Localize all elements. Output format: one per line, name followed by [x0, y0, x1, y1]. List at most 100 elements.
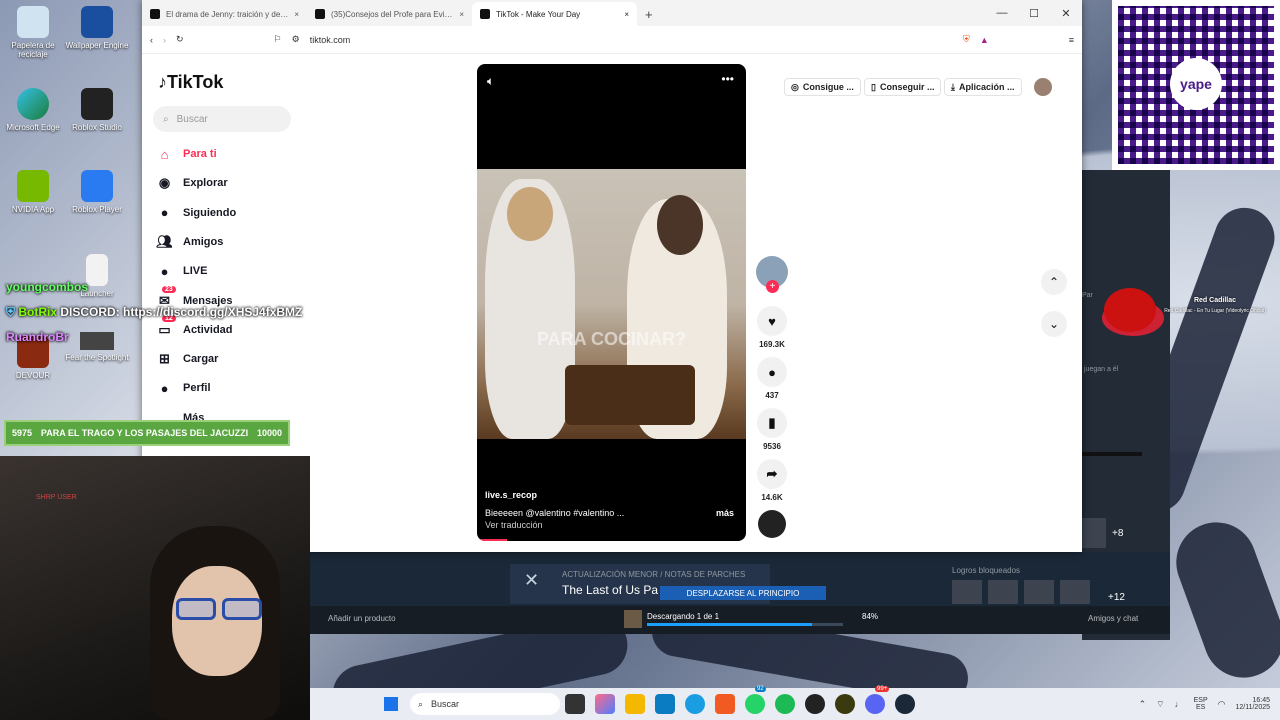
edge-icon[interactable] — [685, 694, 705, 714]
chat-message-botrix: ⛨ BotRix DISCORD: https://discord.gg/XHS… — [6, 305, 303, 319]
locked-achievements — [952, 580, 1090, 604]
forward-icon[interactable]: › — [163, 35, 166, 45]
video-overlay-text: PARA COCINAR? — [537, 329, 686, 349]
nav-profile[interactable]: ● Perfil — [156, 376, 306, 400]
yape-qr-code: yape — [1112, 0, 1280, 170]
nav-label: Para ti — [183, 148, 217, 160]
brave-icon[interactable] — [715, 694, 735, 714]
recycle-bin-icon — [17, 6, 49, 38]
steam-icon[interactable] — [895, 694, 915, 714]
steam-news-title[interactable]: The Last of Us Pa — [562, 583, 658, 597]
close-icon[interactable]: × — [624, 10, 629, 19]
next-video-button[interactable]: ⌄ — [1041, 311, 1067, 337]
taskbar-search[interactable]: ⌕ Buscar — [410, 693, 560, 715]
music-disc-icon[interactable] — [758, 510, 786, 538]
back-icon[interactable]: ‹ — [150, 35, 153, 45]
store-icon[interactable] — [655, 694, 675, 714]
clock[interactable]: 16:45 12/11/2025 — [1235, 697, 1270, 711]
get-coins-button[interactable]: ◎ Consigue ... — [784, 78, 861, 96]
volume-icon[interactable]: 🔈︎ — [487, 74, 494, 89]
more-options-icon[interactable]: ••• — [721, 72, 734, 86]
creator-avatar[interactable]: + — [756, 256, 788, 293]
roblox-studio-icon — [81, 88, 113, 120]
friends-chat-button[interactable]: Amigos y chat — [1088, 614, 1138, 623]
wifi-icon[interactable]: ◠ — [1218, 699, 1226, 710]
tab-3-active[interactable]: TikTok - Make Your Day × — [472, 2, 637, 26]
like-button[interactable]: ♥ 169.3K — [754, 306, 790, 349]
video-username[interactable]: live.s_recop — [485, 490, 537, 500]
music-cover — [1104, 288, 1156, 332]
whatsapp-icon[interactable]: 92 — [745, 686, 766, 714]
new-tab-button[interactable]: + — [637, 7, 661, 26]
tab-1[interactable]: El drama de Jenny: traición y decisio × — [142, 2, 307, 26]
fear-the-spotlight-icon — [80, 332, 114, 350]
nav-following[interactable]: ● Siguiendo — [156, 201, 306, 225]
desktop-icon-wallpaper-engine[interactable]: Wallpaper Engine — [64, 6, 130, 50]
desktop-icon-nvidia[interactable]: NVIDIA App — [0, 170, 66, 214]
share-button[interactable]: ➦ 14.6K — [754, 459, 790, 502]
desktop-icon-roblox-studio[interactable]: Roblox Studio — [64, 88, 130, 132]
close-window-button[interactable]: ✕ — [1050, 0, 1082, 26]
close-icon[interactable]: × — [294, 10, 299, 19]
music-subtitle: Red Cadillac - En Tu Lugar (Videolyric O… — [1164, 308, 1266, 314]
steam-window: ✕ ACTUALIZACIÓN MENOR / NOTAS DE PARCHES… — [310, 552, 1170, 634]
rewards-icon[interactable]: ▲ — [980, 35, 989, 45]
nav-explore[interactable]: ◉ Explorar — [156, 171, 306, 195]
nav-home[interactable]: ⌂ Para ti — [156, 142, 306, 166]
start-icon[interactable] — [384, 697, 398, 711]
previous-video-button[interactable]: ⌃ — [1041, 269, 1067, 295]
comment-icon: ● — [757, 357, 787, 387]
desktop-icon-roblox-player[interactable]: Roblox Player — [64, 170, 130, 214]
desktop-icon-recycle-bin[interactable]: Papelera de reciclaje — [0, 6, 66, 59]
mic-icon[interactable]: ♩ — [1175, 699, 1184, 709]
bookmark-icon[interactable]: ⚐ — [274, 34, 282, 45]
video-player[interactable]: 🔈︎ ••• PARA COCINAR? live.s_recop Bieeee… — [477, 64, 746, 541]
bookmark-icon: ▮ — [757, 408, 787, 438]
nav-activity[interactable]: ▭ 12 Actividad — [156, 315, 306, 342]
nav-upload[interactable]: ⊞ Cargar — [156, 347, 306, 371]
network-icon[interactable]: ⌔ — [1156, 699, 1164, 710]
discord-icon[interactable]: 99+ — [865, 686, 890, 714]
search-input[interactable]: ⌕ Buscar — [153, 106, 291, 132]
close-icon[interactable]: × — [459, 10, 464, 19]
maximize-button[interactable]: ☐ — [1018, 0, 1050, 26]
spotify-icon[interactable] — [775, 694, 795, 714]
game-thumb — [624, 610, 642, 628]
follow-plus-icon[interactable]: + — [766, 280, 779, 293]
desktop-icon-edge[interactable]: Microsoft Edge — [0, 88, 66, 132]
scroll-top-button[interactable]: DESPLAZARSE AL PRINCIPIO — [660, 586, 826, 600]
live-icon: ● — [160, 263, 169, 279]
tiktok-logo[interactable]: ♪TikTok — [158, 72, 223, 93]
obs-icon[interactable] — [805, 694, 825, 714]
download-app-button[interactable]: ⤓ Aplicación ... — [944, 78, 1022, 96]
translate-link[interactable]: Ver traducción — [485, 520, 543, 530]
nav-friends[interactable]: 👥︎ Amigos — [156, 230, 306, 254]
tab-2[interactable]: (35)Consejos del Profe para Evitar Tr × — [307, 2, 472, 26]
reload-icon[interactable]: ↻ — [176, 34, 184, 45]
video-progress[interactable] — [477, 539, 507, 541]
comment-button[interactable]: ● 437 — [754, 357, 790, 400]
address-bar: ‹ › ↻ ⚐ ⚙ tiktok.com ⛨ ▲ ≡ — [142, 26, 1082, 54]
desktop-icon-fear-the-spotlight[interactable]: Fear the Spotlight — [64, 332, 130, 362]
task-view-icon[interactable] — [565, 694, 585, 714]
save-button[interactable]: ▮ 9536 — [754, 408, 790, 451]
video-actions: ♥ 169.3K ● 437 ▮ 9536 ➦ 14.6K — [754, 306, 790, 538]
app-icon[interactable] — [835, 694, 855, 714]
copilot-icon[interactable] — [595, 694, 615, 714]
avatar[interactable] — [1034, 78, 1052, 96]
file-explorer-icon[interactable] — [625, 694, 645, 714]
site-settings-icon[interactable]: ⚙ — [292, 34, 300, 45]
caption-more-button[interactable]: más — [716, 508, 734, 518]
url-field[interactable]: tiktok.com — [310, 35, 953, 45]
tray-chevron-icon[interactable]: ⌃ — [1139, 699, 1147, 710]
language-indicator[interactable]: ESP ES — [1194, 697, 1208, 711]
nav-live[interactable]: ● LIVE — [156, 259, 306, 283]
brave-shield-icon[interactable]: ⛨ — [963, 34, 970, 45]
minimize-button[interactable]: — — [986, 0, 1018, 26]
chat-user-3: RuandroBr — [6, 330, 69, 344]
edge-icon — [17, 88, 49, 120]
search-icon: ⌕ — [163, 113, 169, 125]
add-product-button[interactable]: Añadir un producto — [328, 614, 396, 623]
get-app-button[interactable]: ▯ Conseguir ... — [864, 78, 942, 96]
menu-icon[interactable]: ≡ — [1069, 35, 1074, 45]
